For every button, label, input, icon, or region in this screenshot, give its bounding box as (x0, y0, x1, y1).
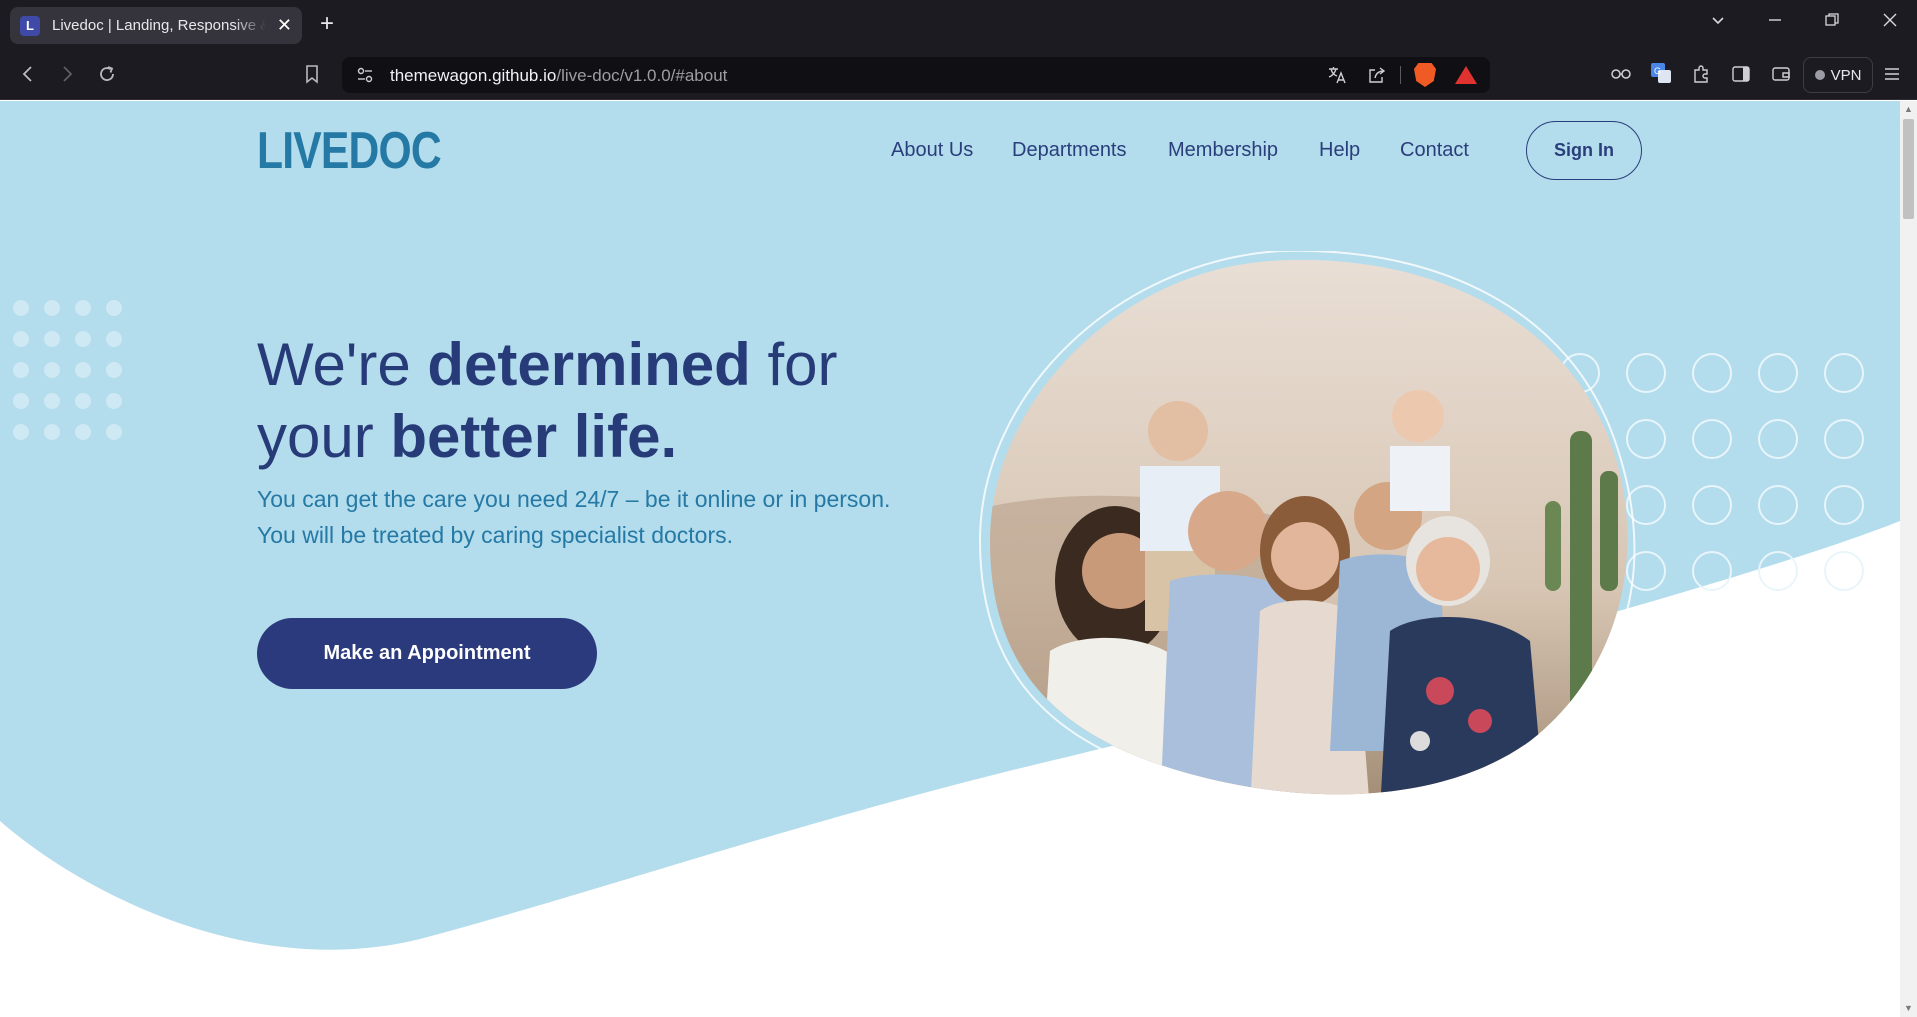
nav-about-us[interactable]: About Us (891, 139, 973, 162)
minimize-icon[interactable] (1767, 12, 1783, 32)
url-host: themewagon.github.io (390, 66, 557, 85)
google-translate-extension-icon[interactable]: G (1650, 62, 1672, 87)
bookmark-icon[interactable] (303, 64, 321, 88)
scrollbar-thumb[interactable] (1903, 119, 1914, 219)
share-icon[interactable] (1367, 65, 1387, 90)
browser-tab-active[interactable]: L Livedoc | Landing, Responsive & ✕ (10, 7, 302, 44)
page-scrollbar[interactable]: ▲ ▼ (1900, 101, 1917, 1017)
vpn-label: VPN (1830, 66, 1862, 84)
scroll-down-icon[interactable]: ▼ (1904, 1004, 1913, 1013)
forward-icon[interactable] (57, 64, 77, 88)
tab-title: Livedoc | Landing, Responsive & (52, 17, 266, 34)
back-icon[interactable] (18, 64, 38, 88)
page-viewport: LIVEDOC About Us Departments Membership … (0, 101, 1900, 1017)
site-info-icon[interactable] (356, 66, 374, 84)
tab-list-icon[interactable] (1710, 12, 1726, 32)
close-window-icon[interactable] (1882, 12, 1898, 32)
headline-part-1: We're (257, 331, 428, 398)
site-logo[interactable]: LIVEDOC (257, 121, 442, 181)
new-tab-icon[interactable]: + (320, 12, 334, 36)
reader-mode-icon[interactable] (1610, 64, 1632, 85)
hero-headline: We're determined for your better life. (257, 329, 897, 473)
hamburger-menu-icon[interactable] (1882, 64, 1902, 88)
scroll-up-icon[interactable]: ▲ (1904, 105, 1913, 114)
family-photo (978, 251, 1636, 801)
wallet-icon[interactable] (1771, 64, 1791, 87)
headline-bold-2: better life. (390, 403, 678, 470)
nav-contact[interactable]: Contact (1400, 139, 1469, 162)
headline-bold-1: determined (427, 331, 751, 398)
brave-shields-icon[interactable] (1414, 63, 1436, 87)
sign-in-button[interactable]: Sign In (1526, 121, 1642, 180)
nav-help[interactable]: Help (1319, 139, 1360, 162)
vpn-button[interactable]: VPN (1803, 57, 1873, 93)
decorative-dots (0, 300, 122, 440)
hero-subtext: You can get the care you need 24/7 – be … (257, 486, 891, 548)
browser-toolbar: themewagon.github.io/live-doc/v1.0.0/#ab… (0, 50, 1917, 100)
vpn-status-icon (1814, 70, 1825, 80)
translate-icon[interactable] (1327, 65, 1347, 90)
reload-icon[interactable] (97, 64, 117, 88)
extensions-icon[interactable] (1691, 64, 1711, 87)
url-path: /live-doc/v1.0.0/#about (556, 66, 728, 85)
brave-rewards-icon[interactable] (1455, 66, 1477, 84)
url-text[interactable]: themewagon.github.io/live-doc/v1.0.0/#ab… (390, 66, 727, 86)
close-tab-icon[interactable]: ✕ (277, 15, 292, 35)
restore-icon[interactable] (1824, 12, 1840, 32)
headline-part-2: for (750, 331, 838, 398)
make-appointment-button[interactable]: Make an Appointment (257, 618, 597, 689)
svg-text:G: G (1654, 66, 1661, 76)
sidebar-icon[interactable] (1731, 64, 1751, 87)
nav-membership[interactable]: Membership (1168, 139, 1278, 162)
browser-tab-bar: L Livedoc | Landing, Responsive & ✕ + (0, 0, 1917, 50)
nav-departments[interactable]: Departments (1012, 139, 1127, 162)
address-bar[interactable]: themewagon.github.io/live-doc/v1.0.0/#ab… (342, 57, 1490, 93)
url-separator (1400, 66, 1401, 84)
tab-favicon: L (20, 15, 40, 36)
headline-part-3: your (257, 403, 391, 470)
